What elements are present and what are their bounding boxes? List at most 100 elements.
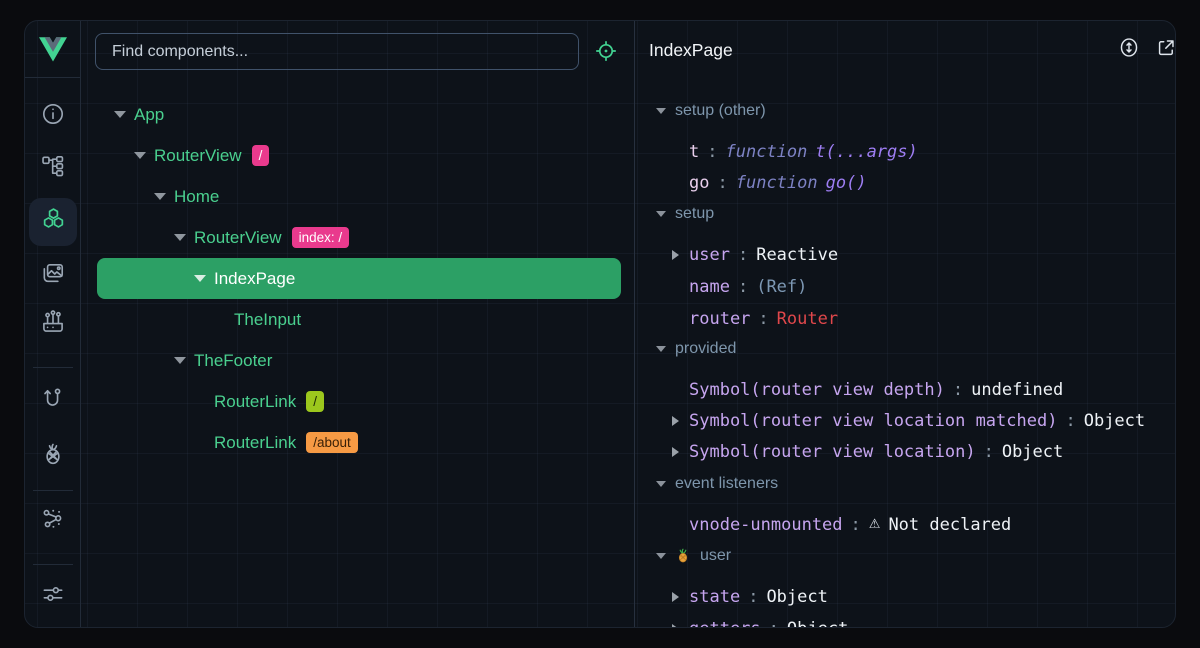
component-details-panel: IndexPage setup (other) t	[635, 21, 1176, 627]
separator: :	[748, 587, 758, 607]
route-badge: /	[252, 145, 270, 166]
scroll-to-component-button[interactable]	[1117, 37, 1141, 61]
separator: :	[717, 173, 727, 193]
section-label: setup	[675, 205, 714, 223]
tree-node-thefooter[interactable]: TheFooter	[97, 340, 621, 381]
images-icon	[40, 261, 66, 292]
expander-spacer	[194, 396, 206, 408]
separator: :	[769, 619, 779, 628]
section-provided[interactable]: provided	[655, 338, 736, 360]
prop-row-user[interactable]: user : Reactive	[635, 239, 1176, 270]
prop-key: Symbol(router view location)	[689, 442, 976, 462]
route-badge: index: /	[292, 227, 350, 248]
sidebar-item-settings[interactable]	[29, 572, 77, 620]
prop-row-name[interactable]: name : (Ref)	[635, 271, 1176, 302]
section-expander-icon[interactable]	[655, 343, 666, 355]
graph-nodes-icon	[40, 506, 66, 537]
tree-node-label: RouterView	[194, 228, 282, 248]
expander-icon[interactable]	[154, 191, 166, 203]
expander-spacer	[194, 437, 206, 449]
search-input[interactable]	[95, 33, 579, 70]
prop-row-vnode-unmounted[interactable]: vnode-unmounted : Not declared	[635, 509, 1176, 540]
expander-icon[interactable]	[134, 150, 146, 162]
section-setup-other[interactable]: setup (other)	[655, 100, 766, 122]
section-expander-icon[interactable]	[655, 105, 666, 117]
prop-row-state[interactable]: state : Object	[635, 581, 1176, 612]
prop-key: vnode-unmounted	[689, 515, 843, 535]
prop-value-signature: t(...args)	[815, 142, 917, 162]
expander-icon[interactable]	[114, 109, 126, 121]
sidebar-item-pinia[interactable]	[29, 432, 77, 480]
prop-key: go	[689, 173, 709, 193]
devtools-panel: App RouterView / Home RouterView index: …	[24, 20, 1176, 628]
open-in-editor-button[interactable]	[1154, 37, 1176, 61]
expander-icon[interactable]	[194, 273, 206, 285]
component-tree: App RouterView / Home RouterView index: …	[97, 94, 621, 463]
tree-node-label: TheInput	[234, 310, 301, 330]
section-pinia-user-store[interactable]: user	[655, 545, 731, 567]
sidebar-item-pages[interactable]	[29, 144, 77, 192]
tree-node-label: Home	[174, 187, 219, 207]
route-badge: /	[306, 391, 324, 412]
sidebar-item-overview[interactable]	[29, 92, 77, 140]
sidebar-item-components[interactable]	[29, 198, 77, 246]
tree-node-app[interactable]: App	[97, 94, 621, 135]
prop-key: t	[689, 142, 699, 162]
prop-row-go[interactable]: go : function go()	[635, 167, 1176, 198]
tree-node-label: App	[134, 105, 164, 125]
sidebar-divider	[33, 367, 73, 368]
external-link-icon	[1155, 37, 1176, 62]
prop-key: Symbol(router view location matched)	[689, 411, 1057, 431]
prop-key: Symbol(router view depth)	[689, 380, 945, 400]
expand-arrow-icon[interactable]	[672, 624, 679, 628]
prop-row-router-view-location-matched[interactable]: Symbol(router view location matched) : O…	[635, 405, 1176, 436]
hierarchy-icon	[40, 153, 66, 184]
expand-arrow-icon[interactable]	[672, 447, 679, 457]
tree-node-theinput[interactable]: TheInput	[97, 299, 621, 340]
separator: :	[851, 515, 861, 535]
info-icon	[40, 101, 66, 132]
vue-logo[interactable]	[25, 21, 81, 78]
section-expander-icon[interactable]	[655, 550, 666, 562]
sidebar-item-assets[interactable]	[29, 252, 77, 300]
tree-node-indexpage-selected[interactable]: IndexPage	[97, 258, 621, 299]
separator: :	[1065, 411, 1075, 431]
prop-key: name	[689, 277, 730, 297]
selected-component-title: IndexPage	[649, 40, 733, 61]
pineapple-icon	[40, 441, 66, 472]
expander-icon[interactable]	[174, 232, 186, 244]
expand-arrow-icon[interactable]	[672, 250, 679, 260]
expander-icon[interactable]	[174, 355, 186, 367]
tree-node-home[interactable]: Home	[97, 176, 621, 217]
prop-row-router[interactable]: router : Router	[635, 303, 1176, 334]
section-setup[interactable]: setup	[655, 203, 714, 225]
section-expander-icon[interactable]	[655, 478, 666, 490]
tree-node-routerlink-about[interactable]: RouterLink /about	[97, 422, 621, 463]
details-actions	[1117, 37, 1176, 61]
sliders-icon	[40, 581, 66, 612]
crosshair-icon	[594, 39, 618, 66]
tree-node-routerlink-home[interactable]: RouterLink /	[97, 381, 621, 422]
tree-node-label: IndexPage	[214, 269, 295, 289]
prop-key: state	[689, 587, 740, 607]
prop-row-getters[interactable]: getters : Object	[635, 613, 1176, 627]
inspect-target-button[interactable]	[592, 38, 620, 66]
expand-arrow-icon[interactable]	[672, 592, 679, 602]
sidebar-item-graph[interactable]	[29, 497, 77, 545]
tree-node-routerview-index[interactable]: RouterView index: /	[97, 217, 621, 258]
tree-node-routerview[interactable]: RouterView /	[97, 135, 621, 176]
expand-arrow-icon[interactable]	[672, 416, 679, 426]
expander-spacer	[214, 314, 226, 326]
prop-row-router-view-location[interactable]: Symbol(router view location) : Object	[635, 436, 1176, 467]
prop-row-router-view-depth[interactable]: Symbol(router view depth) : undefined	[635, 374, 1176, 405]
section-event-listeners[interactable]: event listeners	[655, 473, 778, 495]
separator: :	[707, 142, 717, 162]
vue-devtools-window: App RouterView / Home RouterView index: …	[0, 0, 1200, 648]
sidebar-item-timeline[interactable]	[29, 300, 77, 348]
pinia-pineapple-icon	[675, 548, 691, 564]
sidebar-item-router[interactable]	[29, 377, 77, 425]
prop-row-t[interactable]: t : function t(...args)	[635, 136, 1176, 167]
components-tree-panel: App RouterView / Home RouterView index: …	[81, 21, 634, 627]
prop-value: Reactive	[756, 245, 838, 265]
section-expander-icon[interactable]	[655, 208, 666, 220]
